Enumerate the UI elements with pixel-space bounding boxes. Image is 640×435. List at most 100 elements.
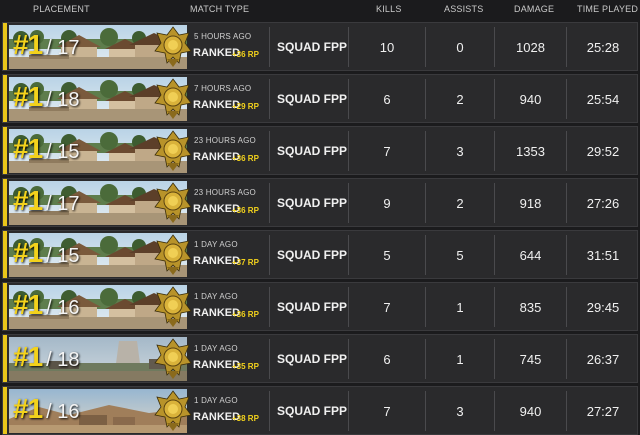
placement: #1 / 16 bbox=[13, 289, 80, 325]
assists-value: 2 bbox=[456, 92, 464, 107]
header-assists[interactable]: ASSISTS bbox=[444, 4, 483, 14]
placement-total: / 16 bbox=[46, 401, 80, 423]
match-row[interactable]: #1 / 15 1 DAY AGO RANKED +37 RP SQUAD FP… bbox=[2, 230, 638, 279]
header-kills[interactable]: KILLS bbox=[376, 4, 402, 14]
damage-value: 835 bbox=[519, 300, 542, 315]
placement-rank: #1 bbox=[13, 81, 43, 112]
placement-total: / 18 bbox=[46, 89, 80, 111]
placement: #1 / 17 bbox=[13, 29, 80, 65]
kills-value: 10 bbox=[379, 40, 395, 55]
kills-value: 6 bbox=[383, 352, 391, 367]
win-accent-bar bbox=[3, 127, 7, 174]
kills-value: 5 bbox=[383, 248, 391, 263]
match-mode: SQUAD FPP bbox=[277, 248, 348, 262]
placement-rank: #1 bbox=[13, 29, 43, 60]
match-time-ago: 5 HOURS AGO bbox=[194, 32, 252, 41]
header-damage[interactable]: DAMAGE bbox=[514, 4, 554, 14]
assists-value: 2 bbox=[456, 196, 464, 211]
match-mode: SQUAD FPP bbox=[277, 196, 348, 210]
rp-gain: +35 RP bbox=[232, 362, 259, 371]
damage-value: 745 bbox=[519, 352, 542, 367]
rp-gain: +36 RP bbox=[232, 310, 259, 319]
match-row[interactable]: #1 / 16 1 DAY AGO RANKED +38 RP SQUAD FP… bbox=[2, 386, 638, 435]
rp-gain: +36 RP bbox=[232, 154, 259, 163]
rp-gain: +36 RP bbox=[232, 206, 259, 215]
column-divider bbox=[269, 287, 270, 327]
match-mode: SQUAD FPP bbox=[277, 404, 348, 418]
kills-value: 7 bbox=[383, 300, 391, 315]
placement-total: / 16 bbox=[46, 297, 80, 319]
placement: #1 / 18 bbox=[13, 341, 80, 377]
match-row[interactable]: #1 / 18 7 HOURS AGO RANKED +29 RP SQUAD … bbox=[2, 74, 638, 123]
match-time-ago: 23 HOURS AGO bbox=[194, 188, 256, 197]
damage-value: 1028 bbox=[516, 40, 545, 55]
header-placement[interactable]: PLACEMENT bbox=[33, 4, 90, 14]
rp-gain: +29 RP bbox=[232, 102, 259, 111]
match-time-ago: 7 HOURS AGO bbox=[194, 84, 252, 93]
match-time-ago: 1 DAY AGO bbox=[194, 240, 238, 249]
match-time-ago: 1 DAY AGO bbox=[194, 344, 238, 353]
win-accent-bar bbox=[3, 231, 7, 278]
kills-value: 9 bbox=[383, 196, 391, 211]
assists-value: 5 bbox=[456, 248, 464, 263]
column-divider bbox=[269, 183, 270, 223]
damage-value: 1353 bbox=[516, 144, 545, 159]
assists-value: 3 bbox=[456, 404, 464, 419]
time-played-value: 26:37 bbox=[586, 352, 620, 367]
win-accent-bar bbox=[3, 75, 7, 122]
rank-medal-icon bbox=[153, 389, 193, 433]
match-time-ago: 23 HOURS AGO bbox=[194, 136, 256, 145]
assists-value: 1 bbox=[456, 300, 464, 315]
time-played-value: 29:45 bbox=[586, 300, 620, 315]
match-row[interactable]: #1 / 15 23 HOURS AGO RANKED +36 RP SQUAD… bbox=[2, 126, 638, 175]
rank-medal-icon bbox=[153, 129, 193, 173]
rank-medal-icon bbox=[153, 285, 193, 329]
placement-total: / 15 bbox=[46, 245, 80, 267]
rank-medal-icon bbox=[153, 25, 193, 69]
placement-rank: #1 bbox=[13, 289, 43, 320]
column-divider bbox=[269, 391, 270, 431]
match-mode: SQUAD FPP bbox=[277, 352, 348, 366]
placement-total: / 17 bbox=[46, 37, 80, 59]
column-divider bbox=[269, 339, 270, 379]
placement: #1 / 15 bbox=[13, 237, 80, 273]
placement-total: / 18 bbox=[46, 349, 80, 371]
time-played-value: 29:52 bbox=[586, 144, 620, 159]
rp-gain: +38 RP bbox=[232, 414, 259, 423]
rp-gain: +37 RP bbox=[232, 258, 259, 267]
placement: #1 / 18 bbox=[13, 81, 80, 117]
placement: #1 / 17 bbox=[13, 185, 80, 221]
assists-value: 3 bbox=[456, 144, 464, 159]
match-row[interactable]: #1 / 17 5 HOURS AGO RANKED +36 RP SQUAD … bbox=[2, 22, 638, 71]
time-played-value: 31:51 bbox=[586, 248, 620, 263]
column-divider bbox=[269, 235, 270, 275]
rank-medal-icon bbox=[153, 181, 193, 225]
win-accent-bar bbox=[3, 23, 7, 70]
win-accent-bar bbox=[3, 179, 7, 226]
win-accent-bar bbox=[3, 335, 7, 382]
column-divider bbox=[269, 27, 270, 67]
placement: #1 / 15 bbox=[13, 133, 80, 169]
placement-total: / 17 bbox=[46, 193, 80, 215]
rank-medal-icon bbox=[153, 233, 193, 277]
time-played-value: 25:54 bbox=[586, 92, 620, 107]
placement: #1 / 16 bbox=[13, 393, 80, 429]
match-mode: SQUAD FPP bbox=[277, 300, 348, 314]
match-time-ago: 1 DAY AGO bbox=[194, 292, 238, 301]
match-row[interactable]: #1 / 18 1 DAY AGO RANKED +35 RP SQUAD FP… bbox=[2, 334, 638, 383]
match-row[interactable]: #1 / 16 1 DAY AGO RANKED +36 RP SQUAD FP… bbox=[2, 282, 638, 331]
damage-value: 918 bbox=[519, 196, 542, 211]
kills-value: 7 bbox=[383, 144, 391, 159]
placement-rank: #1 bbox=[13, 341, 43, 372]
win-accent-bar bbox=[3, 283, 7, 330]
header-match-type[interactable]: MATCH TYPE bbox=[190, 4, 249, 14]
match-row[interactable]: #1 / 17 23 HOURS AGO RANKED +36 RP SQUAD… bbox=[2, 178, 638, 227]
assists-value: 0 bbox=[456, 40, 464, 55]
placement-rank: #1 bbox=[13, 237, 43, 268]
assists-value: 1 bbox=[456, 352, 464, 367]
header-time-played[interactable]: TIME PLAYED bbox=[577, 4, 638, 14]
time-played-value: 27:26 bbox=[586, 196, 620, 211]
kills-value: 7 bbox=[383, 404, 391, 419]
match-mode: SQUAD FPP bbox=[277, 144, 348, 158]
damage-value: 940 bbox=[519, 404, 542, 419]
